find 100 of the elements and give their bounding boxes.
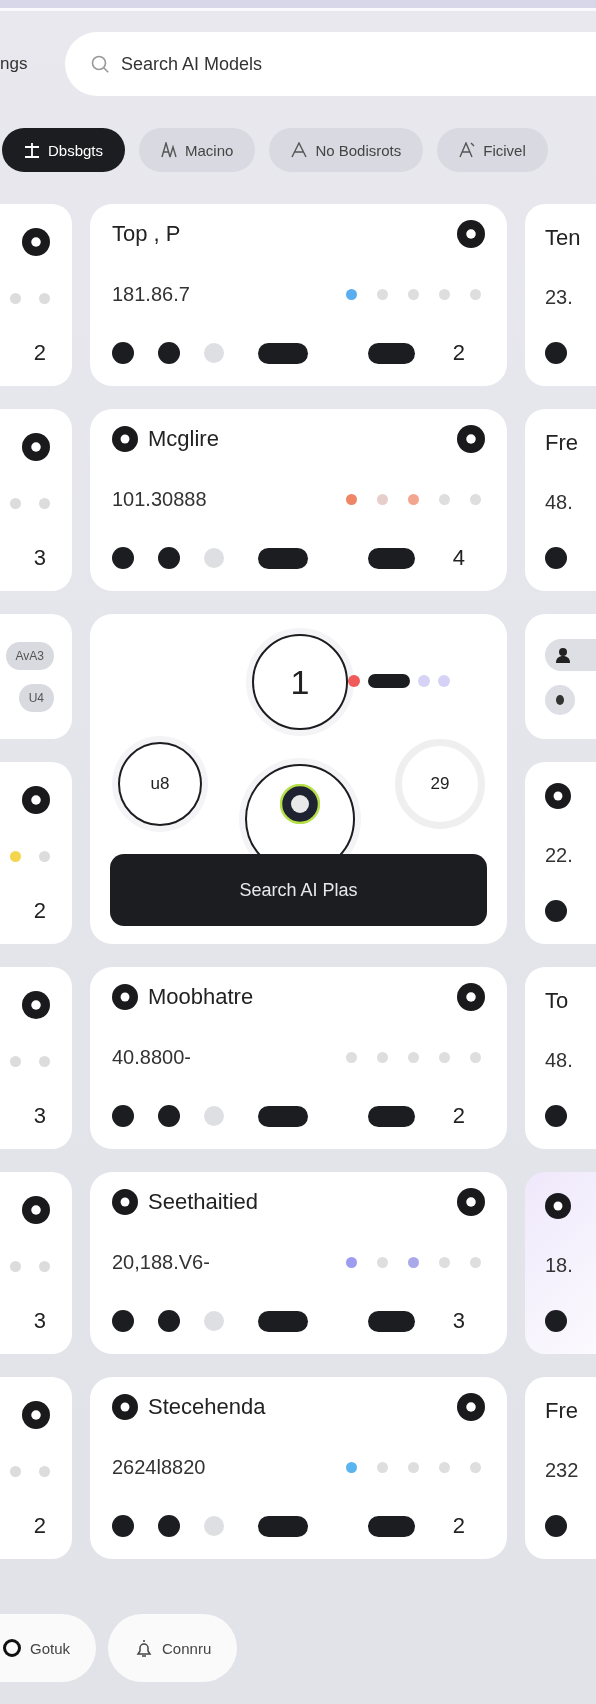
indicator-dot [545, 1105, 567, 1127]
tag-chip[interactable] [545, 638, 596, 671]
metric-value: 48. [545, 1048, 574, 1072]
indicator-dot [545, 1310, 567, 1332]
footer-button[interactable]: Connru [108, 1614, 238, 1682]
card-title: Fre [545, 1398, 578, 1424]
ring-icon [112, 1394, 138, 1420]
ring-icon [457, 983, 485, 1011]
count-label: 3 [33, 1308, 47, 1334]
card-title: Seethaitied [148, 1189, 259, 1215]
dot-icon [556, 694, 564, 705]
metric-value: 232 [545, 1458, 580, 1482]
letter-icon [161, 142, 178, 158]
person-icon [555, 646, 571, 663]
indicator-pill [368, 547, 415, 569]
ring-icon [457, 220, 485, 248]
indicator-dot [112, 1515, 134, 1537]
metric-value: 23. [545, 285, 574, 309]
count-label: 2 [33, 340, 47, 366]
indicator-dot [204, 548, 224, 568]
count-label: 2 [451, 1513, 465, 1539]
indicator-dot [545, 900, 567, 922]
ring-icon [545, 1193, 571, 1219]
filter-chip[interactable]: Ficivel [437, 128, 548, 172]
ring-icon [457, 1393, 485, 1421]
indicator-dot [545, 1515, 567, 1537]
ring-icon [2, 1638, 22, 1658]
footer-button[interactable]: Gotuk [0, 1614, 97, 1682]
search-button[interactable]: Search AI Plas [110, 854, 487, 926]
tag-chip[interactable]: U4 [18, 683, 54, 712]
ring-icon [112, 984, 138, 1010]
card-title: Fre [545, 430, 578, 456]
indicator-dot [158, 1515, 180, 1537]
ring-icon [457, 425, 485, 453]
count-label: 2 [451, 1103, 465, 1129]
search-field[interactable]: Search AI Models [65, 32, 596, 96]
metric-value: 40.8800- [112, 1045, 191, 1069]
indicator-dot [204, 1106, 224, 1126]
ring-icon [112, 426, 138, 452]
letter-icon [24, 142, 40, 158]
metric-value: 2624l8820 [112, 1455, 206, 1479]
search-icon [91, 55, 109, 73]
ring-icon [22, 1401, 50, 1429]
card-title: To [545, 988, 569, 1014]
count-label: 3 [33, 1103, 47, 1129]
indicator-dot [204, 1311, 224, 1331]
indicator-pill [258, 1105, 308, 1127]
filter-chip[interactable]: Dbsbgts [2, 128, 126, 172]
metric-value: 48. [545, 490, 574, 514]
ring-icon [22, 786, 50, 814]
card-title: Ten [545, 225, 581, 251]
metric-value: 181.86.7 [112, 282, 190, 306]
nav-label[interactable]: ngs [0, 54, 65, 74]
indicator-dot [158, 342, 180, 364]
metric-value: 18. [545, 1253, 574, 1277]
indicator-dot [112, 547, 134, 569]
avatar-icon [280, 784, 320, 824]
metric-value: 101.30888 [112, 487, 207, 511]
count-label: 2 [451, 340, 465, 366]
count-label: 3 [451, 1308, 465, 1334]
card-title: Top , P [112, 221, 181, 247]
indicator-dot [545, 342, 567, 364]
ring-icon [457, 1188, 485, 1216]
number-circle: 29 [395, 739, 485, 829]
card-title: Mcglire [148, 426, 219, 452]
indicator-pill [368, 1515, 415, 1537]
indicator-pill [368, 1105, 415, 1127]
ring-icon [22, 1196, 50, 1224]
tag-chip[interactable]: AvA3 [5, 641, 54, 670]
indicator-pill [258, 342, 308, 364]
indicator-dot [204, 343, 224, 363]
metric-value: 22. [545, 843, 574, 867]
indicator-pill [258, 1515, 308, 1537]
card-title: Moobhatre [148, 984, 254, 1010]
indicator-pill [368, 342, 415, 364]
card-title: Stecehenda [148, 1394, 266, 1420]
letter-icon [291, 142, 308, 158]
count-label: 2 [33, 898, 47, 924]
indicator-pill [258, 547, 308, 569]
indicator-dot [158, 1310, 180, 1332]
ring-icon [112, 1189, 138, 1215]
ring-icon [22, 433, 50, 461]
indicator-dot [158, 1105, 180, 1127]
filter-chip[interactable]: Macino [139, 128, 256, 172]
filter-chip[interactable]: No Bodisrots [269, 128, 424, 172]
metric-value: 20,188.V6- [112, 1250, 210, 1274]
indicator-dot [112, 1310, 134, 1332]
count-label: 4 [451, 545, 465, 571]
ring-icon [22, 228, 50, 256]
ring-icon [545, 783, 571, 809]
indicator-dot [545, 547, 567, 569]
tag-chip[interactable] [545, 684, 575, 715]
indicator-dot [204, 1516, 224, 1536]
indicator-pill [258, 1310, 308, 1332]
count-label: 2 [33, 1513, 47, 1539]
indicator-pill [368, 1310, 415, 1332]
indicator-dot [158, 547, 180, 569]
indicator-dot [112, 1105, 134, 1127]
letter-icon [459, 142, 476, 158]
count-label: 3 [33, 545, 47, 571]
